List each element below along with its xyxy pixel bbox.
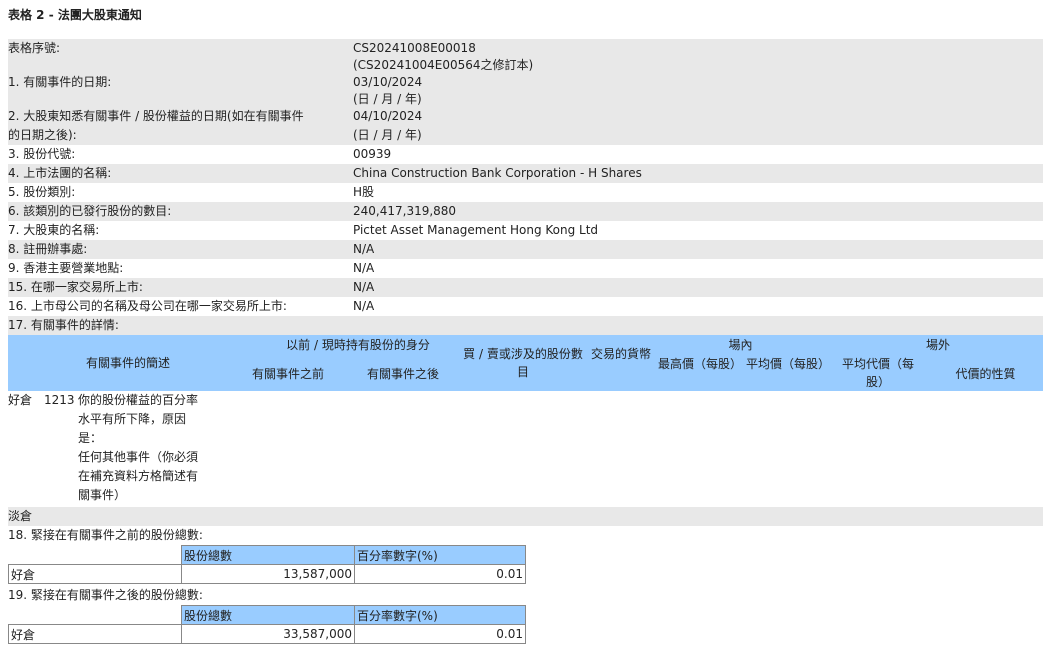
col-highest: 最高價（每股）: [658, 357, 743, 371]
field-value: H股: [353, 185, 375, 199]
total-shares: 33,587,000: [181, 624, 355, 644]
desc-line: 任何其他事件（你必須: [78, 450, 199, 464]
col-nature: 代價的性質: [955, 367, 1016, 381]
field-label: 6. 該類別的已發行股份的數目:: [8, 204, 172, 218]
field-label: 5. 股份類別:: [8, 185, 76, 199]
listed-exchange-row: 15. 在哪一家交易所上市: N/A: [8, 278, 1043, 297]
short-position-label: 淡倉: [8, 507, 1043, 526]
field-label: 16. 上市母公司的名稱及母公司在哪一家交易所上市:: [8, 299, 287, 313]
event-details-row: 17. 有關事件的詳情:: [8, 316, 1043, 335]
issuer-name-row: 4. 上市法團的名稱: China Construction Bank Corp…: [8, 164, 1043, 183]
field-value: N/A: [353, 280, 375, 294]
field-value-note: (日 / 月 / 年): [353, 92, 422, 106]
field-value-note: (CS20241004E00564之修訂本): [353, 58, 534, 72]
col-after: 有關事件之後: [366, 367, 439, 381]
shareholder-name-row: 7. 大股東的名稱: Pictet Asset Management Hong …: [8, 221, 1043, 240]
form-serial-row: 表格序號: CS20241008E00018 (CS20241004E00564…: [8, 39, 1043, 73]
parent-company-row: 16. 上市母公司的名稱及母公司在哪一家交易所上市: N/A: [8, 297, 1043, 316]
field-value: N/A: [353, 261, 375, 275]
sec18-table: 股份總數 百分率數字(%) 好倉 13,587,000 0.01: [8, 545, 526, 584]
desc-line: 是：: [78, 431, 103, 445]
col-total-shares: 股份總數: [181, 605, 355, 625]
event-table-header: 有關事件的簡述 以前 / 現時持有股份的身分 有關事件之前 有關事件之後 買 /…: [8, 335, 1043, 391]
registered-office-row: 8. 註冊辦事處: N/A: [8, 240, 1043, 259]
col-percentage: 百分率數字(%): [354, 545, 526, 565]
field-value: 03/10/2024: [353, 75, 423, 89]
field-label: 3. 股份代號:: [8, 147, 76, 161]
col-percentage: 百分率數字(%): [354, 605, 526, 625]
field-label: 表格序號:: [8, 41, 61, 55]
event-code: 1213: [44, 393, 75, 407]
desc-line: 關事件）: [78, 488, 127, 502]
col-shares: 買 / 賣或涉及的股份數目: [463, 347, 583, 379]
desc-line: 你的股份權益的百分率: [78, 393, 199, 407]
col-description: 有關事件的簡述: [85, 356, 170, 370]
col-avg-consideration: 平均代價（每股）: [841, 357, 914, 389]
field-label: 1. 有關事件的日期:: [8, 75, 112, 89]
event-table-row: 好倉 1213 你的股份權益的百分率 水平有所下降，原因 是： 任何其他事件（你…: [8, 391, 1043, 507]
col-before: 有關事件之前: [251, 367, 324, 381]
total-shares: 13,587,000: [181, 564, 355, 584]
col-currency: 交易的貨幣: [590, 347, 651, 361]
col-average: 平均價（每股）: [746, 357, 831, 371]
share-class-row: 5. 股份類別: H股: [8, 183, 1043, 202]
row-label: 好倉: [8, 564, 182, 584]
percentage: 0.01: [354, 564, 526, 584]
field-label: 4. 上市法團的名稱:: [8, 166, 112, 180]
field-label: 8. 註冊辦事處:: [8, 242, 88, 256]
field-value: CS20241008E00018: [353, 41, 476, 55]
field-label: 17. 有關事件的詳情:: [8, 318, 119, 332]
row-label: 好倉: [8, 624, 182, 644]
field-value: N/A: [353, 299, 375, 313]
desc-line: 水平有所下降，原因: [78, 412, 187, 426]
field-label: 7. 大股東的名稱:: [8, 223, 100, 237]
sec19-label: 19. 緊接在有關事件之後的股份總數:: [8, 586, 1043, 605]
position-label: 好倉: [8, 393, 33, 407]
desc-line: 在補充資料方格簡述有: [78, 469, 199, 483]
sec18-label: 18. 緊接在有關事件之前的股份總數:: [8, 526, 1043, 545]
field-value: China Construction Bank Corporation - H …: [353, 166, 642, 180]
page-title: 表格 2 - 法團大股東通知: [8, 8, 142, 22]
field-value: 04/10/2024: [353, 109, 423, 123]
field-value: N/A: [353, 242, 375, 256]
event-date-row: 1. 有關事件的日期: 03/10/2024 (日 / 月 / 年): [8, 73, 1043, 107]
issued-shares-row: 6. 該類別的已發行股份的數目: 240,417,319,880: [8, 202, 1043, 221]
aware-date-row: 2. 大股東知悉有關事件 / 股份權益的日期(如在有關事件 的日期之後): 04…: [8, 107, 1043, 145]
sec19-table: 股份總數 百分率數字(%) 好倉 33,587,000 0.01: [8, 605, 526, 644]
field-value: Pictet Asset Management Hong Kong Ltd: [353, 223, 599, 237]
field-value: 240,417,319,880: [353, 204, 457, 218]
stock-code-row: 3. 股份代號: 00939: [8, 145, 1043, 164]
field-value: 00939: [353, 147, 392, 161]
percentage: 0.01: [354, 624, 526, 644]
col-off-exchange: 場外: [925, 338, 950, 352]
field-label-cont: 的日期之後):: [8, 128, 77, 142]
col-capacity: 以前 / 現時持有股份的身分: [286, 338, 430, 352]
field-label: 15. 在哪一家交易所上市:: [8, 280, 143, 294]
col-on-exchange: 場內: [728, 338, 753, 352]
field-label: 9. 香港主要營業地點:: [8, 261, 124, 275]
col-total-shares: 股份總數: [181, 545, 355, 565]
field-label: 2. 大股東知悉有關事件 / 股份權益的日期(如在有關事件: [8, 109, 304, 123]
field-value-note: (日 / 月 / 年): [353, 128, 422, 142]
hk-business-row: 9. 香港主要營業地點: N/A: [8, 259, 1043, 278]
